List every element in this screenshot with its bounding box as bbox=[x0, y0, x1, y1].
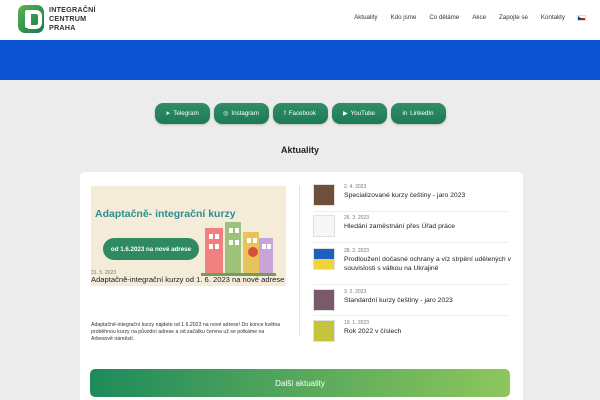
youtube-button[interactable]: ▶ YouTube bbox=[331, 103, 387, 124]
news-thumbnail bbox=[313, 184, 335, 206]
facebook-icon: f bbox=[284, 110, 286, 117]
news-thumbnail bbox=[313, 320, 335, 342]
news-title[interactable]: Prodloužení dočasné ochrany a víz strpěn… bbox=[344, 256, 514, 273]
facebook-label: Facebook bbox=[288, 110, 316, 117]
column-divider bbox=[299, 186, 300, 336]
news-date: 26. 3. 2023 bbox=[344, 215, 370, 221]
nav-item-co-delame[interactable]: Co děláme bbox=[429, 14, 459, 21]
instagram-icon: ◎ bbox=[223, 111, 229, 117]
news-date: 28. 2. 2023 bbox=[344, 248, 370, 254]
news-item[interactable]: 3. 2. 2023 Standardní kurzy češtiny - ja… bbox=[313, 289, 513, 313]
telegram-label: Telegram bbox=[173, 110, 199, 117]
linkedin-button[interactable]: in LinkedIn bbox=[390, 103, 446, 124]
news-title[interactable]: Rok 2022 v číslech bbox=[344, 328, 514, 337]
news-title[interactable]: Standardní kurzy češtiny - jaro 2023 bbox=[344, 297, 514, 306]
news-card: Adaptačně- integrační kurzy od 1.6.2023 … bbox=[80, 172, 523, 400]
telegram-icon: ➤ bbox=[165, 111, 171, 117]
social-buttons: ➤ Telegram ◎ Instagram f Facebook ▶ YouT… bbox=[0, 103, 600, 124]
nav-item-kdo-jsme[interactable]: Kdo jsme bbox=[391, 14, 417, 21]
linkedin-icon: in bbox=[402, 110, 408, 117]
site-header: INTEGRAČNÍ CENTRUM PRAHA Aktuality Kdo j… bbox=[0, 0, 600, 40]
more-news-button[interactable]: Další aktuality bbox=[90, 369, 510, 397]
news-separator bbox=[313, 284, 508, 285]
news-item[interactable]: 19. 1. 2023 Rok 2022 v číslech bbox=[313, 320, 513, 344]
news-separator bbox=[313, 211, 508, 212]
telegram-button[interactable]: ➤ Telegram bbox=[154, 103, 210, 124]
youtube-icon: ▶ bbox=[343, 111, 348, 117]
nav-item-zapojte-se[interactable]: Zapojte se bbox=[499, 14, 528, 21]
hero-banner bbox=[0, 40, 600, 80]
logo-icon[interactable] bbox=[18, 5, 44, 33]
ukraine-flag-thumbnail bbox=[313, 248, 335, 270]
featured-image-pill: od 1.6.2023 na nové adrese bbox=[103, 238, 199, 260]
youtube-label: YouTube bbox=[350, 110, 375, 117]
nav-item-aktuality[interactable]: Aktuality bbox=[354, 14, 377, 21]
nav-item-kontakty[interactable]: Kontakty bbox=[541, 14, 565, 21]
main-nav: Aktuality Kdo jsme Co děláme Akce Zapojt… bbox=[341, 14, 586, 21]
news-separator bbox=[313, 242, 508, 243]
brand-line-3: PRAHA bbox=[49, 22, 76, 32]
featured-text: Adaptačně-integrační kurzy najdete od 1.… bbox=[91, 322, 281, 343]
news-date: 19. 1. 2023 bbox=[344, 320, 370, 326]
news-title[interactable]: Specializované kurzy češtiny - jaro 2023 bbox=[344, 192, 514, 201]
news-thumbnail bbox=[313, 289, 335, 311]
instagram-label: Instagram bbox=[231, 110, 259, 117]
news-title[interactable]: Hledání zaměstnání přes Úřad práce bbox=[344, 223, 514, 232]
news-separator bbox=[313, 315, 508, 316]
news-item[interactable]: 26. 3. 2023 Hledání zaměstnání přes Úřad… bbox=[313, 215, 513, 239]
news-date: 3. 2. 2023 bbox=[344, 289, 367, 295]
news-item[interactable]: 2. 4. 2023 Specializované kurzy češtiny … bbox=[313, 184, 513, 208]
facebook-button[interactable]: f Facebook bbox=[272, 103, 328, 124]
featured-title[interactable]: Adaptačně-integrační kurzy od 1. 6. 2023… bbox=[91, 275, 286, 284]
brand-name[interactable]: INTEGRAČNÍ CENTRUM PRAHA bbox=[49, 5, 96, 32]
news-item[interactable]: 28. 2. 2023 Prodloužení dočasné ochrany … bbox=[313, 248, 513, 272]
section-title: Aktuality bbox=[280, 145, 319, 155]
nav-item-akce[interactable]: Akce bbox=[472, 14, 486, 21]
news-thumbnail bbox=[313, 215, 335, 237]
instagram-button[interactable]: ◎ Instagram bbox=[213, 103, 269, 124]
linkedin-label: LinkedIn bbox=[410, 110, 434, 117]
czech-flag-icon[interactable] bbox=[577, 15, 586, 21]
news-date: 2. 4. 2023 bbox=[344, 184, 367, 190]
